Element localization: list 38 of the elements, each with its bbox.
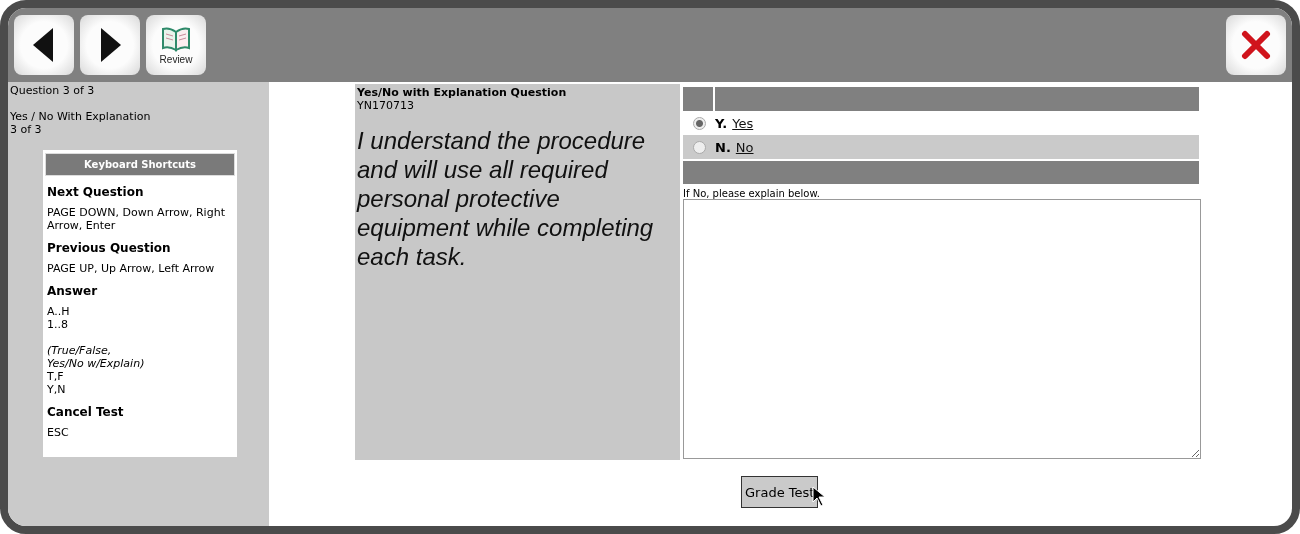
answer-option[interactable]: Y. Yes [683, 111, 1199, 135]
shortcut-keys: PAGE DOWN, Down Arrow, Right Arrow, Enter [47, 206, 233, 232]
question-count: 3 of 3 [10, 123, 43, 136]
radio-button[interactable] [692, 116, 706, 130]
shortcut-heading: Previous Question [47, 241, 172, 255]
shortcut-keys: (True/False, Yes/No w/Explain) [47, 344, 233, 370]
shortcut-heading: Cancel Test [47, 405, 125, 419]
shortcut-keys: ESC [47, 426, 233, 439]
radio-button[interactable] [692, 140, 706, 154]
option-link[interactable]: Yes [732, 115, 754, 131]
question-text: I understand the procedure and will use all required personal protective equipment while completing each task. [357, 126, 655, 271]
back-button[interactable] [14, 15, 74, 75]
shortcut-keys: 1..8 [47, 318, 233, 331]
shortcut-heading: Answer [47, 284, 99, 298]
option-letter: Y. [715, 115, 728, 131]
review-button[interactable]: Review [146, 15, 206, 75]
option-link[interactable]: No [735, 139, 754, 155]
question-type-title: Yes/No with Explanation Question [357, 86, 568, 99]
shortcut-keys: T,F [47, 370, 233, 383]
answer-option[interactable]: N. No [683, 135, 1199, 159]
option-letter: N. [715, 139, 731, 155]
close-icon [1241, 30, 1271, 60]
explain-label: If No, please explain below. [683, 188, 821, 199]
shortcut-keys: Y,N [47, 383, 233, 396]
explanation-field[interactable] [683, 199, 1201, 459]
left-triangle-icon [33, 28, 55, 62]
shortcut-heading: Next Question [47, 185, 145, 199]
shortcuts-title: Keyboard Shortcuts [45, 153, 235, 176]
shortcut-keys: A..H [47, 305, 233, 318]
right-triangle-icon [99, 28, 121, 62]
close-button[interactable] [1226, 15, 1286, 75]
grade-test-button[interactable]: Grade Test [741, 476, 819, 508]
shortcut-keys: PAGE UP, Up Arrow, Left Arrow [47, 262, 233, 275]
question-code: YN170713 [357, 99, 415, 112]
book-icon [161, 25, 191, 52]
question-type: Yes / No With Explanation [10, 110, 152, 123]
forward-button[interactable] [80, 15, 140, 75]
header-cell [683, 87, 713, 111]
